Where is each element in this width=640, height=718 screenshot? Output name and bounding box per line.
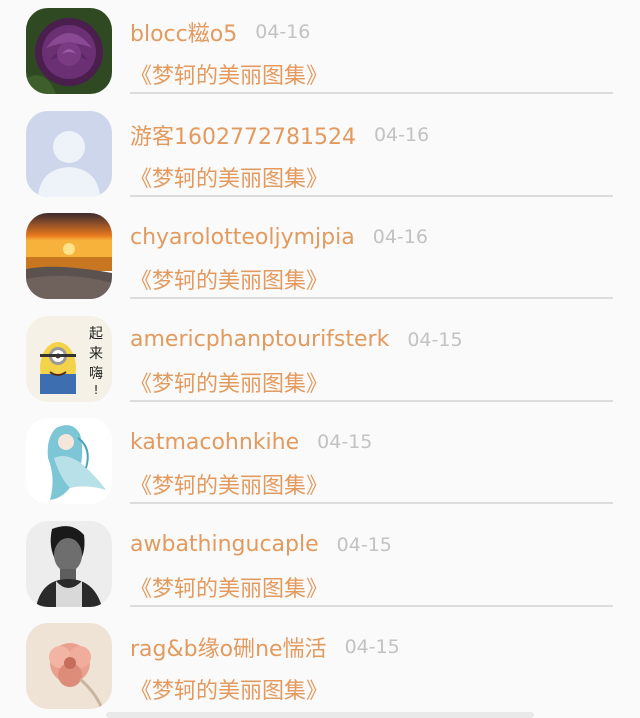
list-item[interactable]: rag&b缘o硎ne惴活 04-15 《梦轲的美丽图集》 xyxy=(0,615,640,718)
divider xyxy=(130,92,613,94)
album-link[interactable]: 《梦轲的美丽图集》 xyxy=(130,263,328,295)
avatar-caption-3: 嗨 xyxy=(89,366,103,382)
username[interactable]: katmacohnkihe xyxy=(130,430,299,455)
album-link[interactable]: 《梦轲的美丽图集》 xyxy=(130,58,328,90)
username[interactable]: rag&b缘o硎ne惴活 xyxy=(130,631,327,663)
username[interactable]: chyarolotteoljymjpia xyxy=(130,225,355,250)
avatar[interactable] xyxy=(26,8,112,94)
divider xyxy=(130,604,613,607)
username[interactable]: blocc糍o5 xyxy=(130,16,237,48)
avatar[interactable]: 起 来 嗨 ! xyxy=(26,315,112,402)
avatar-caption-1: 起 xyxy=(89,326,103,342)
username[interactable]: awbathingucaple xyxy=(130,532,319,557)
avatar[interactable] xyxy=(26,418,112,504)
comment-date: 04-16 xyxy=(372,226,428,248)
horizontal-scrollbar[interactable] xyxy=(106,712,534,718)
purple-rose-avatar-icon xyxy=(26,8,112,94)
comment-date: 04-15 xyxy=(336,533,392,556)
man-portrait-avatar-icon xyxy=(26,520,112,607)
album-link[interactable]: 《梦轲的美丽图集》 xyxy=(130,366,328,398)
divider xyxy=(130,194,613,197)
username[interactable]: 游客1602772781524 xyxy=(130,119,356,151)
list-item[interactable]: 起 来 嗨 ! americphanptourifsterk 04-15 《梦轲… xyxy=(0,308,640,411)
comment-list: blocc糍o5 04-16 《梦轲的美丽图集》 游客1602772781524… xyxy=(0,0,640,709)
list-item[interactable]: blocc糍o5 04-16 《梦轲的美丽图集》 xyxy=(0,0,640,103)
list-item[interactable]: awbathingucaple 04-15 《梦轲的美丽图集》 xyxy=(0,513,640,616)
list-item[interactable]: chyarolotteoljymjpia 04-16 《梦轲的美丽图集》 xyxy=(0,205,640,308)
avatar[interactable] xyxy=(26,623,112,709)
default-user-avatar-icon xyxy=(26,110,112,197)
divider xyxy=(130,399,613,402)
list-item[interactable]: katmacohnkihe 04-15 《梦轲的美丽图集》 xyxy=(0,410,640,513)
minion-avatar-icon: 起 来 嗨 ! xyxy=(26,315,112,402)
comment-date: 04-16 xyxy=(373,123,430,146)
album-link[interactable]: 《梦轲的美丽图集》 xyxy=(130,468,328,500)
avatar[interactable] xyxy=(26,110,112,197)
divider xyxy=(130,297,613,299)
anime-girl-avatar-icon xyxy=(26,418,112,504)
comment-date: 04-15 xyxy=(344,636,400,658)
avatar-caption-2: 来 xyxy=(89,346,103,362)
comment-date: 04-15 xyxy=(317,431,373,453)
pink-flower-avatar-icon xyxy=(26,623,112,709)
divider xyxy=(130,502,613,504)
album-link[interactable]: 《梦轲的美丽图集》 xyxy=(130,161,328,193)
avatar[interactable] xyxy=(26,213,112,299)
sunset-beach-avatar-icon xyxy=(26,213,112,299)
avatar[interactable] xyxy=(26,520,112,607)
username[interactable]: americphanptourifsterk xyxy=(130,327,389,352)
album-link[interactable]: 《梦轲的美丽图集》 xyxy=(130,673,328,705)
album-link[interactable]: 《梦轲的美丽图集》 xyxy=(130,571,328,603)
comment-date: 04-16 xyxy=(255,21,311,43)
list-item[interactable]: 游客1602772781524 04-16 《梦轲的美丽图集》 xyxy=(0,103,640,206)
comment-date: 04-15 xyxy=(407,328,463,351)
avatar-caption-4: ! xyxy=(94,383,99,397)
